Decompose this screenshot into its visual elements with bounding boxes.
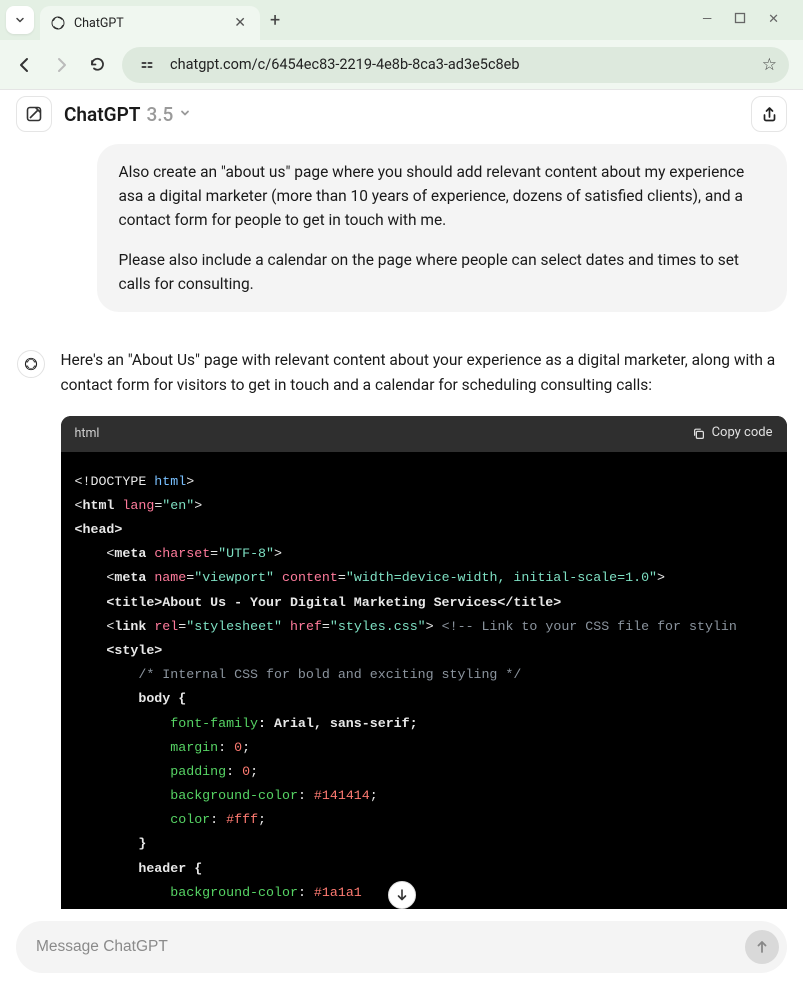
assistant-message: Here's an "About Us" page with relevant … [17,348,787,909]
toolbar: chatgpt.com/c/6454ec83-2219-4e8b-8ca3-ad… [0,40,803,89]
maximize-icon[interactable] [734,12,746,28]
bookmark-icon[interactable]: ☆ [762,55,777,75]
url-text: chatgpt.com/c/6454ec83-2219-4e8b-8ca3-ad… [170,56,752,73]
message-input[interactable] [36,938,745,956]
model-picker[interactable]: ChatGPT 3.5 [64,103,191,126]
app-name: ChatGPT [64,103,140,126]
chevron-down-icon [179,107,191,122]
copy-code-label: Copy code [712,423,773,444]
code-header: html Copy code [61,416,787,452]
new-chat-button[interactable] [16,96,52,132]
back-button[interactable] [14,56,36,74]
new-tab-button[interactable]: + [260,10,290,31]
browser-chrome: ChatGPT ✕ + — ✕ chatgpt.com/c/6454ec83-2… [0,0,803,89]
model-version: 3.5 [146,103,173,126]
assistant-text: Here's an "About Us" page with relevant … [61,348,787,398]
code-lang-label: html [75,424,100,444]
code-block: html Copy code <!DOCTYPE html> <html lan… [61,416,787,909]
user-text: Please also include a calendar on the pa… [119,248,765,296]
close-icon[interactable]: ✕ [768,12,779,28]
conversation-scroll[interactable]: Also create an "about us" page where you… [0,138,803,909]
scroll-to-bottom-button[interactable] [388,881,416,909]
app-header: ChatGPT 3.5 [0,90,803,138]
address-bar[interactable]: chatgpt.com/c/6454ec83-2219-4e8b-8ca3-ad… [122,47,789,83]
composer-input-wrap[interactable] [16,921,787,973]
tab-search-button[interactable] [6,6,34,34]
send-button[interactable] [745,930,779,964]
forward-button[interactable] [50,56,72,74]
user-text: Also create an "about us" page where you… [119,160,765,232]
tab-favicon [50,15,66,31]
code-content: <!DOCTYPE html> <html lang="en"> <head> … [61,452,787,909]
site-info-icon[interactable] [134,52,160,78]
copy-code-button[interactable]: Copy code [692,423,773,444]
composer [0,909,803,985]
assistant-avatar [17,350,45,378]
share-button[interactable] [751,96,787,132]
tab-title: ChatGPT [74,16,230,31]
tab-close-icon[interactable]: ✕ [230,15,250,31]
window-controls: — ✕ [702,12,797,28]
user-message: Also create an "about us" page where you… [97,144,787,312]
chatgpt-app: ChatGPT 3.5 Also create an "about us" pa… [0,89,803,985]
reload-button[interactable] [86,56,108,73]
minimize-icon[interactable]: — [702,12,712,28]
browser-tab[interactable]: ChatGPT ✕ [40,6,260,40]
tab-strip: ChatGPT ✕ + — ✕ [0,0,803,40]
